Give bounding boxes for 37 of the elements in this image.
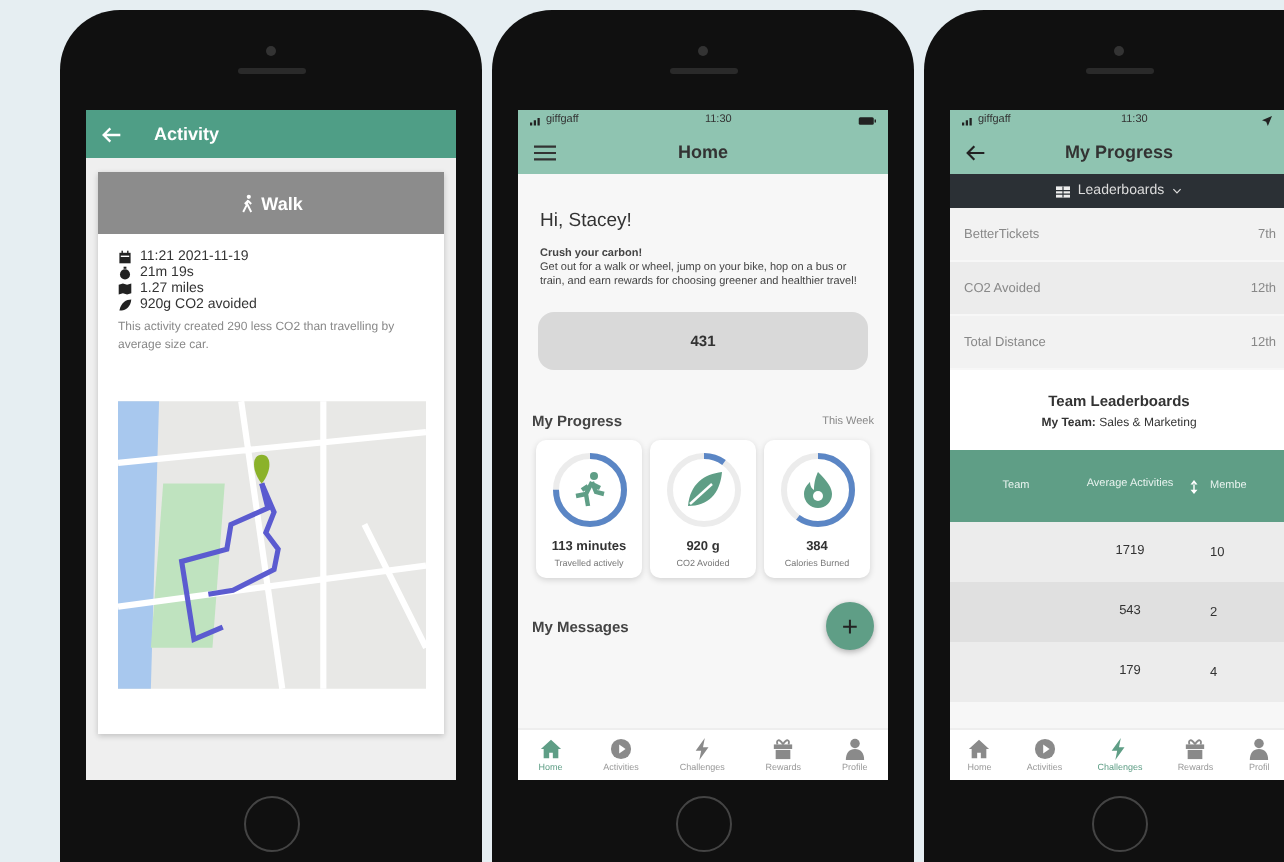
screen-title: Activity bbox=[154, 124, 220, 144]
home-icon[interactable] bbox=[968, 738, 991, 760]
table-icon bbox=[1055, 185, 1070, 197]
timer-icon bbox=[118, 266, 132, 280]
map-icon bbox=[118, 282, 132, 296]
camera bbox=[698, 46, 708, 56]
back-arrow-icon[interactable] bbox=[966, 143, 986, 161]
screen-title: Home bbox=[675, 142, 730, 162]
greeting: Hi, Stacey! bbox=[540, 210, 634, 232]
signal-icon bbox=[962, 115, 974, 125]
battery-icon bbox=[857, 115, 876, 125]
chevron-down-icon bbox=[1172, 188, 1183, 194]
screen-title: My Progress bbox=[1062, 142, 1176, 162]
walking-person-icon bbox=[239, 193, 256, 213]
person-icon[interactable] bbox=[1248, 738, 1271, 760]
location-icon bbox=[1257, 115, 1276, 125]
gift-icon[interactable] bbox=[1184, 738, 1207, 760]
leaf-icon bbox=[683, 470, 723, 511]
home-button[interactable] bbox=[675, 796, 731, 852]
add-button[interactable]: + bbox=[826, 602, 874, 651]
home-button[interactable] bbox=[1091, 796, 1147, 852]
progress-ring bbox=[549, 450, 629, 531]
camera bbox=[1114, 46, 1124, 56]
activity-type: Walk bbox=[261, 193, 303, 213]
gift-icon[interactable] bbox=[772, 738, 795, 760]
menu-icon[interactable] bbox=[534, 143, 556, 161]
camera bbox=[266, 46, 276, 56]
home-icon[interactable] bbox=[539, 738, 562, 760]
signal-icon bbox=[530, 115, 542, 125]
lightning-bolt-icon[interactable] bbox=[691, 738, 714, 760]
play-circle-icon[interactable] bbox=[610, 738, 633, 760]
calendar-icon bbox=[118, 250, 132, 264]
play-circle-icon[interactable] bbox=[1033, 738, 1056, 760]
sort-icon[interactable] bbox=[1190, 479, 1198, 493]
person-icon[interactable] bbox=[843, 738, 866, 760]
home-button[interactable] bbox=[243, 796, 299, 852]
leaf-icon bbox=[118, 298, 132, 312]
